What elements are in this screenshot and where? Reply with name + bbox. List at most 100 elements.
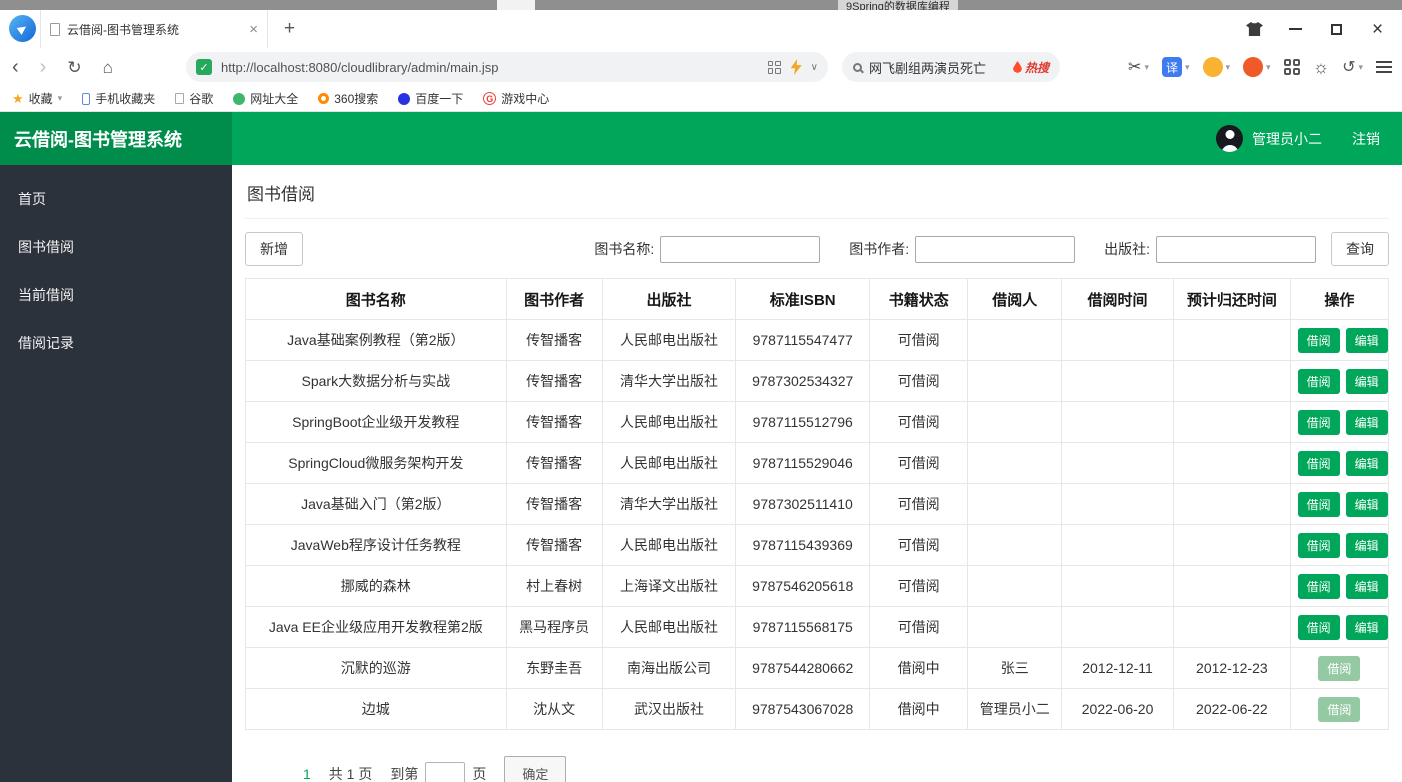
goto-page-input[interactable] <box>425 762 466 782</box>
screenshot-button[interactable]: ✂ ▾ <box>1128 57 1149 77</box>
search-suggestion-text[interactable]: 网飞剧组两演员死亡 <box>869 58 986 77</box>
edit-button[interactable]: 编辑 <box>1345 409 1388 435</box>
apps-grid-icon[interactable] <box>1283 59 1300 75</box>
globe-icon <box>233 92 246 105</box>
minimize-button[interactable] <box>1275 10 1316 48</box>
borrow-button[interactable]: 借阅 <box>1297 491 1340 517</box>
minimize-icon <box>1289 28 1302 30</box>
forward-icon[interactable]: › <box>40 57 47 77</box>
col-borrow-date: 借阅时间 <box>1061 278 1175 320</box>
browser-logo-arrow-icon: ▶ <box>15 21 30 37</box>
edit-button[interactable]: 编辑 <box>1345 368 1388 394</box>
cell-isbn: 9787302534327 <box>735 360 871 402</box>
bookmark-google[interactable]: 谷歌 <box>175 90 213 107</box>
borrow-button[interactable]: 借阅 <box>1297 614 1340 640</box>
table-row: Java基础入门（第2版） 传智播客 清华大学出版社 9787302511410 可借阅… <box>245 483 1390 525</box>
refresh-icon[interactable]: ↻ <box>67 59 81 76</box>
col-isbn: 标准ISBN <box>735 278 871 320</box>
home-icon[interactable]: ⌂ <box>103 59 113 76</box>
logout-link[interactable]: 注销 <box>1352 129 1380 149</box>
qr-code-icon[interactable] <box>767 60 781 74</box>
add-book-button[interactable]: 新增 <box>245 232 303 266</box>
theme-icon[interactable]: ☼ <box>1313 57 1330 78</box>
sidebar-item-borrow-records[interactable]: 借阅记录 <box>0 319 232 367</box>
url-text[interactable]: http://localhost:8080/cloudlibrary/admin… <box>221 60 768 75</box>
maximize-button[interactable] <box>1316 10 1357 48</box>
cell-borrow-date: 2022-06-20 <box>1061 688 1175 730</box>
secure-site-icon[interactable]: ✓ <box>196 59 212 75</box>
edit-button[interactable]: 编辑 <box>1345 532 1388 558</box>
table-row: 边城 沈从文 武汉出版社 9787543067028 借阅中 管理员小二 2022-06-2… <box>245 688 1390 730</box>
cell-publisher: 人民邮电出版社 <box>601 524 737 566</box>
sidebar-item-home[interactable]: 首页 <box>0 175 232 223</box>
cell-borrower: 管理员小二 <box>967 688 1063 730</box>
back-icon[interactable]: ‹ <box>12 57 19 77</box>
bookmark-game-center[interactable]: G 游戏中心 <box>483 90 549 107</box>
hot-search-badge[interactable]: 热搜 <box>1012 59 1049 76</box>
sidebar-item-book-borrow[interactable]: 图书借阅 <box>0 223 232 271</box>
confirm-page-button[interactable]: 确定 <box>504 756 567 782</box>
new-tab-button[interactable]: + <box>284 10 295 48</box>
bookmark-label: 手机收藏夹 <box>95 92 156 106</box>
chevron-down-icon: ▾ <box>1144 61 1149 72</box>
borrow-button[interactable]: 借阅 <box>1297 573 1340 599</box>
wallet-extension-button[interactable]: ▾ <box>1202 57 1230 77</box>
edit-button[interactable]: 编辑 <box>1345 614 1388 640</box>
table-header-row: 图书名称 图书作者 出版社 标准ISBN 书籍状态 借阅人 借阅时间 预计归还时… <box>245 278 1390 320</box>
cell-publisher: 人民邮电出版社 <box>601 606 737 648</box>
cell-borrower <box>967 524 1063 566</box>
edit-button[interactable]: 编辑 <box>1345 491 1388 517</box>
restore-session-button[interactable]: ↺ ▾ <box>1342 57 1363 77</box>
url-dropdown-icon[interactable]: ∨ <box>811 62 818 73</box>
speed-mode-icon[interactable] <box>790 59 802 75</box>
background-window-text: 9Spring的数据库编程 <box>838 0 958 10</box>
filter-author-input[interactable] <box>915 235 1076 263</box>
borrow-button[interactable]: 借阅 <box>1297 409 1340 435</box>
bookmark-mobile-favorites[interactable]: 手机收藏夹 <box>82 90 155 107</box>
edit-button[interactable]: 编辑 <box>1345 327 1388 353</box>
shirt-icon <box>1246 22 1263 36</box>
browser-tab[interactable]: 云借阅-图书管理系统 × <box>40 10 268 48</box>
browser-search-box[interactable]: 网飞剧组两演员死亡 热搜 <box>842 52 1060 82</box>
browser-skin-button[interactable] <box>1234 10 1275 48</box>
borrow-button[interactable]: 借阅 <box>1297 532 1340 558</box>
sidebar-item-current-borrow[interactable]: 当前借阅 <box>0 271 232 319</box>
edit-button[interactable]: 编辑 <box>1345 450 1388 476</box>
table-row: SpringCloud微服务架构开发 传智播客 人民邮电出版社 97871155290… <box>245 442 1390 484</box>
news-extension-button[interactable]: ▾ <box>1243 57 1271 77</box>
cell-borrower <box>967 319 1063 361</box>
cell-borrow-date <box>1061 401 1175 443</box>
borrow-button[interactable]: 借阅 <box>1318 696 1361 722</box>
book-table-body: Java基础案例教程（第2版） 传智播客 人民邮电出版社 9787115547477 可… <box>245 319 1390 730</box>
current-page-number[interactable]: 1 <box>303 766 311 782</box>
filter-book-name: 图书名称: <box>594 235 821 263</box>
menu-icon[interactable] <box>1376 61 1392 73</box>
filter-publisher-input[interactable] <box>1156 235 1316 263</box>
page-title: 图书借阅 <box>245 165 1389 219</box>
yellow-extension-icon <box>1202 57 1223 77</box>
bookmark-baidu[interactable]: 百度一下 <box>398 90 463 107</box>
browser-logo-icon[interactable]: ▶ <box>9 15 36 42</box>
borrow-button[interactable]: 借阅 <box>1297 450 1340 476</box>
cell-author: 传智播客 <box>505 524 603 566</box>
bookmark-favorites[interactable]: ★ 收藏 ▾ <box>12 90 62 107</box>
borrow-button[interactable]: 借阅 <box>1297 327 1340 353</box>
tab-close-icon[interactable]: × <box>249 21 258 38</box>
filter-book-name-input[interactable] <box>660 235 821 263</box>
books-table: 图书名称 图书作者 出版社 标准ISBN 书籍状态 借阅人 借阅时间 预计归还时… <box>245 278 1390 730</box>
user-menu[interactable]: 管理员小二 <box>1216 125 1322 152</box>
borrow-button[interactable]: 借阅 <box>1297 368 1340 394</box>
bookmark-360-search[interactable]: 360搜索 <box>318 90 378 107</box>
close-button[interactable]: × <box>1357 10 1398 48</box>
bookmark-site-directory[interactable]: 网址大全 <box>233 90 298 107</box>
translate-icon: 译 <box>1161 57 1182 77</box>
cell-author: 传智播客 <box>505 360 603 402</box>
url-bar[interactable]: ✓ http://localhost:8080/cloudlibrary/adm… <box>186 52 828 82</box>
browser-toolbar: ‹ › ↻ ⌂ ✓ http://localhost:8080/cloudlib… <box>0 48 1402 86</box>
edit-button[interactable]: 编辑 <box>1345 573 1388 599</box>
col-book-name: 图书名称 <box>245 278 507 320</box>
translate-button[interactable]: 译 ▾ <box>1161 57 1190 77</box>
cell-borrow-date <box>1061 524 1175 566</box>
borrow-button[interactable]: 借阅 <box>1318 655 1361 681</box>
search-button[interactable]: 查询 <box>1331 232 1389 266</box>
